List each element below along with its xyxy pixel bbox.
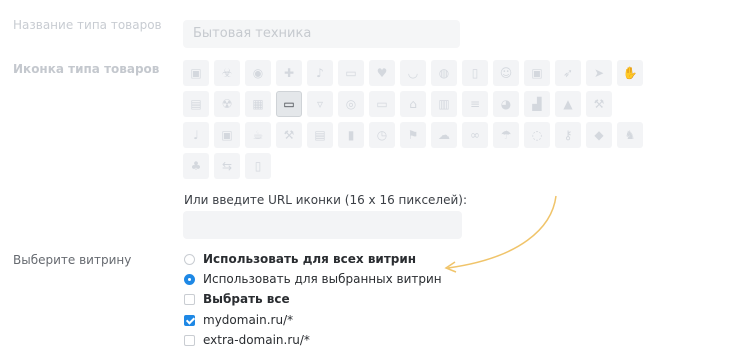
annotation-arrow [444,195,557,273]
